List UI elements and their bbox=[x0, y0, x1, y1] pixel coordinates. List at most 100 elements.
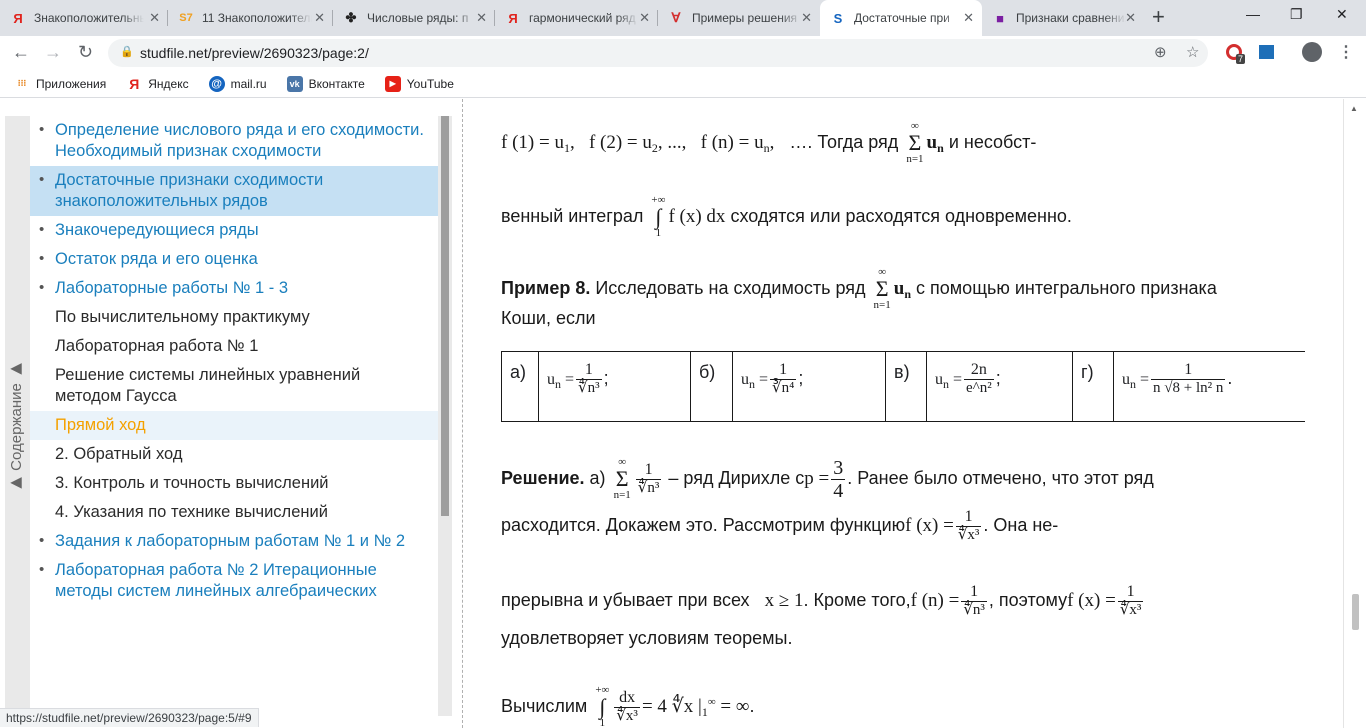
problem-table: а) un = 1 ∜n³; б) un = 1 ∛n⁴; в) un = 2n e^n²;… bbox=[501, 351, 1305, 422]
vk-icon: vk bbox=[286, 75, 303, 92]
contents-item[interactable]: Определение числового ряда и его сходимо… bbox=[30, 116, 438, 166]
browser-tab[interactable]: ✤ Числовые ряды: п ✕ bbox=[333, 0, 495, 36]
close-icon[interactable]: ✕ bbox=[476, 11, 487, 25]
bookmark-vk[interactable]: vk Вконтакте bbox=[286, 75, 365, 92]
browser-tab[interactable]: ■ Признаки сравнения ✕ bbox=[982, 0, 1144, 36]
close-icon[interactable]: ✕ bbox=[149, 11, 160, 25]
contents-item[interactable]: Знакочередующиеся ряды bbox=[30, 216, 438, 245]
scrollbar-thumb[interactable] bbox=[1352, 594, 1359, 630]
contents-item[interactable]: Прямой ход bbox=[30, 411, 438, 440]
colorful-square-icon: ■ bbox=[996, 10, 1004, 26]
bookmark-mailru[interactable]: @ mail.ru bbox=[208, 75, 267, 92]
text: . Она не- bbox=[983, 514, 1059, 535]
forward-arrow-icon[interactable]: → bbox=[44, 42, 62, 62]
text: а) bbox=[589, 467, 606, 488]
bookmark-youtube[interactable]: ▶ YouTube bbox=[384, 75, 454, 92]
bookmark-label: Вконтакте bbox=[308, 76, 365, 91]
contents-scrollbar[interactable] bbox=[438, 116, 452, 716]
solution-title: Решение. bbox=[501, 467, 585, 488]
close-icon[interactable]: ✕ bbox=[1125, 11, 1136, 25]
forall-icon: ∀ bbox=[671, 10, 681, 25]
contents-panel: ▶ Содержание ▶ Определение числового ряд… bbox=[0, 99, 462, 728]
text: – ряд Дирихле с bbox=[668, 467, 805, 488]
scroll-up-arrow-icon[interactable]: ▲ bbox=[1350, 104, 1358, 113]
star-icon[interactable]: ☆ bbox=[1186, 43, 1199, 61]
text: Коши, если bbox=[501, 308, 596, 328]
bookmark-yandex[interactable]: Я Яндекс bbox=[126, 76, 188, 92]
text: Исследовать на сходимость ряд bbox=[595, 277, 866, 298]
yandex-icon: Я bbox=[508, 10, 518, 26]
contents-item[interactable]: 3. Контроль и точность вычислений bbox=[30, 469, 438, 498]
close-icon[interactable]: ✕ bbox=[639, 11, 650, 25]
back-arrow-icon[interactable]: ← bbox=[12, 42, 30, 62]
tab-title: Числовые ряды: п bbox=[367, 11, 469, 25]
table-cell: г) bbox=[1072, 351, 1114, 422]
contents-item[interactable]: Решение системы линейных уравнений метод… bbox=[30, 361, 438, 411]
account-icon[interactable] bbox=[1302, 42, 1322, 62]
browser-tab[interactable]: Я гармонический ряд ✕ bbox=[495, 0, 658, 36]
close-icon[interactable]: ✕ bbox=[314, 11, 325, 25]
close-icon[interactable]: ✕ bbox=[801, 11, 812, 25]
contents-item[interactable]: Лабораторные работы № 1 - 3 bbox=[30, 274, 438, 303]
contents-item[interactable]: Достаточные признаки сходимости знакопол… bbox=[30, 166, 438, 216]
menu-kebab-icon[interactable]: ⋮ bbox=[1338, 42, 1354, 62]
text: . Кроме того, bbox=[803, 589, 911, 610]
clover-icon: ✤ bbox=[345, 10, 357, 25]
contents-item[interactable]: 2. Обратный ход bbox=[30, 440, 438, 469]
sum-formula: ∞ Σn=1 bbox=[906, 120, 924, 165]
text: расходится. Докажем это. Рассмотрим функ… bbox=[501, 514, 906, 535]
minimize-icon[interactable]: — bbox=[1246, 6, 1260, 22]
status-bar-url: https://studfile.net/preview/2690323/pag… bbox=[0, 708, 259, 727]
browser-tab[interactable]: S7 11 Знакоположительные ✕ bbox=[168, 0, 333, 36]
browser-tab[interactable]: ∀ Примеры решения ✕ bbox=[658, 0, 820, 36]
text-line: удовлетворяет условиям теоремы. bbox=[501, 627, 792, 649]
document-content: f (1) = u1, f (2) = u2, ..., f (n) = un,… bbox=[463, 99, 1343, 728]
studfile-s-icon: S bbox=[833, 10, 843, 26]
yandex-icon: Я bbox=[129, 75, 140, 92]
text: сходятся или расходятся одновременно. bbox=[730, 205, 1072, 226]
browser-tab-active[interactable]: S Достаточные при ✕ bbox=[820, 0, 982, 36]
window-close-icon[interactable]: ✕ bbox=[1336, 6, 1348, 23]
formula: f (1) = u1, f (2) = u2, ..., f (n) = un, bbox=[501, 131, 775, 155]
bookmark-label: Яндекс bbox=[148, 76, 189, 91]
contents-item[interactable]: Задания к лабораторным работам № 1 и № 2 bbox=[30, 527, 438, 556]
close-icon[interactable]: ✕ bbox=[963, 11, 974, 25]
zoom-icon[interactable]: ⊕ bbox=[1154, 43, 1167, 61]
new-tab-plus-icon[interactable]: + bbox=[1152, 6, 1165, 28]
scrollbar-thumb[interactable] bbox=[441, 116, 449, 516]
text-line: Вычислим +∞ ∫ 1 dx ∜x³ = 4 ∜x |1∞ = ∞. bbox=[501, 684, 755, 728]
text-line: прерывна и убывает при всех x ≥ 1. Кроме… bbox=[501, 583, 1144, 618]
contents-item[interactable]: Лабораторная работа № 1 bbox=[30, 332, 438, 361]
url-text[interactable]: studfile.net/preview/2690323/page:2/ bbox=[140, 45, 369, 61]
browser-tab[interactable]: Я Знакоположительные ✕ bbox=[0, 0, 168, 36]
text: и несобст- bbox=[948, 131, 1037, 152]
bookmarks-bar: ⁝⁝⁝ Приложения Я Яндекс @ mail.ru vk Вко… bbox=[0, 70, 1366, 98]
bookmark-apps[interactable]: ⁝⁝⁝ Приложения bbox=[14, 76, 107, 92]
contents-toggle-tab[interactable]: ▶ Содержание ▶ bbox=[5, 116, 30, 716]
address-bar[interactable]: 🔒 studfile.net/preview/2690323/page:2/ ⊕… bbox=[108, 39, 1208, 67]
page-scrollbar[interactable]: ▲ bbox=[1343, 99, 1366, 728]
text: прерывна и убывает при всех bbox=[501, 589, 750, 610]
contents-item[interactable]: Остаток ряда и его оценка bbox=[30, 245, 438, 274]
reload-icon[interactable]: ↻ bbox=[78, 42, 93, 62]
table-cell: в) bbox=[885, 351, 927, 422]
tab-title: Достаточные при bbox=[854, 11, 950, 25]
contents-item[interactable]: Лабораторная работа № 2 Итерационные мет… bbox=[30, 556, 438, 606]
tab-title: Признаки сравнения bbox=[1016, 11, 1126, 25]
text: удовлетворяет условиям теоремы. bbox=[501, 628, 793, 648]
maximize-icon[interactable]: ❐ bbox=[1290, 6, 1303, 23]
text: венный интеграл bbox=[501, 205, 644, 226]
text-line: Пример 8. Исследовать на сходимость ряд … bbox=[501, 266, 1217, 311]
lock-icon[interactable]: 🔒 bbox=[120, 45, 134, 58]
table-cell: un = 2n e^n²; bbox=[926, 351, 1073, 422]
table-cell: un = 1 ∜n³; bbox=[538, 351, 691, 422]
youtube-icon: ▶ bbox=[384, 75, 401, 92]
bookmark-label: Приложения bbox=[36, 76, 107, 91]
table-cell: un = 1 ∛n⁴; bbox=[732, 351, 886, 422]
tab-title: Знакоположительные bbox=[34, 11, 144, 25]
contents-tab-label: ▶ Содержание ▶ bbox=[8, 361, 25, 493]
extension-book-icon[interactable] bbox=[1259, 45, 1274, 59]
contents-item[interactable]: По вычислительному практикуму bbox=[30, 303, 438, 332]
contents-item[interactable]: 4. Указания по технике вычислений bbox=[30, 498, 438, 527]
text-line: венный интеграл +∞ ∫ 1 f (x) dx сходятся ил… bbox=[501, 194, 1072, 239]
